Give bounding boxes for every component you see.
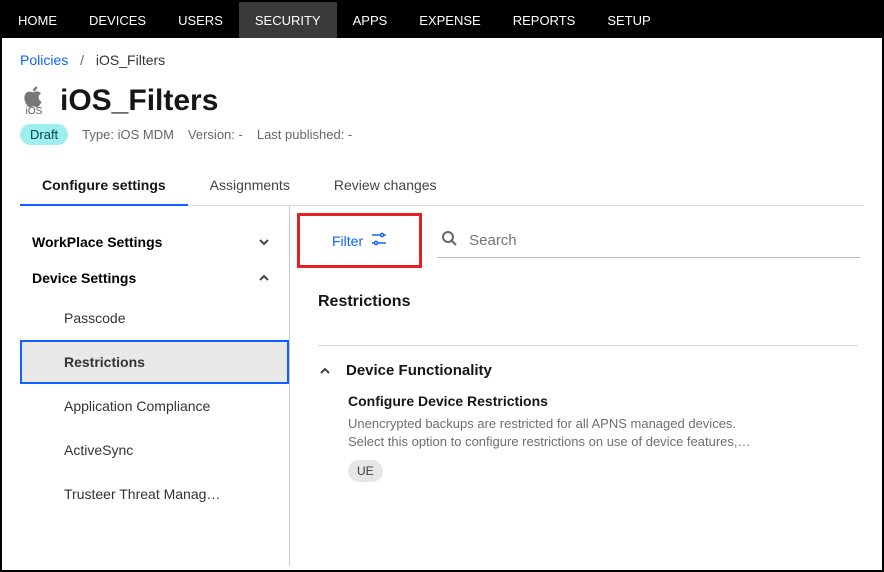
tabs: Configure settings Assignments Review ch…	[20, 167, 864, 206]
policy-version: Version: -	[188, 127, 243, 142]
accordion-subtitle: Configure Device Restrictions	[348, 393, 858, 409]
sidebar-item-passcode[interactable]: Passcode	[20, 296, 289, 340]
filter-button[interactable]: Filter	[306, 222, 413, 259]
tab-configure-settings[interactable]: Configure settings	[20, 167, 188, 205]
policy-last-published: Last published: -	[257, 127, 352, 142]
accordion-description: Unencrypted backups are restricted for a…	[348, 415, 858, 450]
search-icon	[441, 230, 457, 251]
search-input[interactable]	[469, 232, 856, 249]
nav-setup[interactable]: SETUP	[591, 2, 666, 38]
sidebar-group-label: WorkPlace Settings	[32, 234, 162, 250]
nav-devices[interactable]: DEVICES	[73, 2, 162, 38]
breadcrumb-parent[interactable]: Policies	[20, 52, 68, 68]
tab-assignments[interactable]: Assignments	[188, 167, 312, 205]
sidebar-item-trusteer-threat[interactable]: Trusteer Threat Manag…	[20, 472, 289, 516]
tab-review-changes[interactable]: Review changes	[312, 167, 459, 205]
nav-expense[interactable]: EXPENSE	[403, 2, 496, 38]
policy-type: Type: iOS MDM	[82, 127, 174, 142]
sidebar-item-activesync[interactable]: ActiveSync	[20, 428, 289, 472]
sidebar-group-label: Device Settings	[32, 270, 136, 286]
nav-reports[interactable]: REPORTS	[497, 2, 592, 38]
chevron-up-icon	[257, 271, 271, 285]
sidebar-group-workplace-settings[interactable]: WorkPlace Settings	[20, 224, 289, 260]
accordion-header-device-functionality[interactable]: Device Functionality	[318, 362, 858, 379]
filter-icon	[371, 232, 387, 249]
section-title-restrictions: Restrictions	[318, 293, 858, 311]
sidebar-item-application-compliance[interactable]: Application Compliance	[20, 384, 289, 428]
nav-users[interactable]: USERS	[162, 2, 239, 38]
sidebar-group-device-settings[interactable]: Device Settings	[20, 260, 289, 296]
search-field[interactable]	[437, 224, 860, 258]
accordion-title: Device Functionality	[346, 362, 492, 379]
nav-security[interactable]: SECURITY	[239, 2, 337, 38]
chevron-down-icon	[257, 235, 271, 249]
chevron-up-icon	[318, 364, 332, 378]
chip-ue: UE	[348, 460, 383, 482]
nav-home[interactable]: HOME	[2, 2, 73, 38]
filter-label: Filter	[332, 233, 363, 249]
main-panel: Filter	[290, 206, 864, 566]
page-title: iOS_Filters	[60, 84, 218, 118]
sidebar-item-restrictions[interactable]: Restrictions	[20, 340, 289, 384]
breadcrumb-sep: /	[80, 52, 84, 68]
os-label: iOS	[20, 106, 48, 117]
apple-ios-icon: iOS	[20, 86, 48, 117]
breadcrumb-current: iOS_Filters	[96, 52, 165, 68]
sidebar: WorkPlace Settings Device Settings Passc…	[20, 206, 290, 566]
breadcrumb: Policies / iOS_Filters	[20, 52, 864, 68]
nav-apps[interactable]: APPS	[337, 2, 404, 38]
status-badge: Draft	[20, 124, 68, 145]
top-nav: HOME DEVICES USERS SECURITY APPS EXPENSE…	[2, 2, 882, 38]
